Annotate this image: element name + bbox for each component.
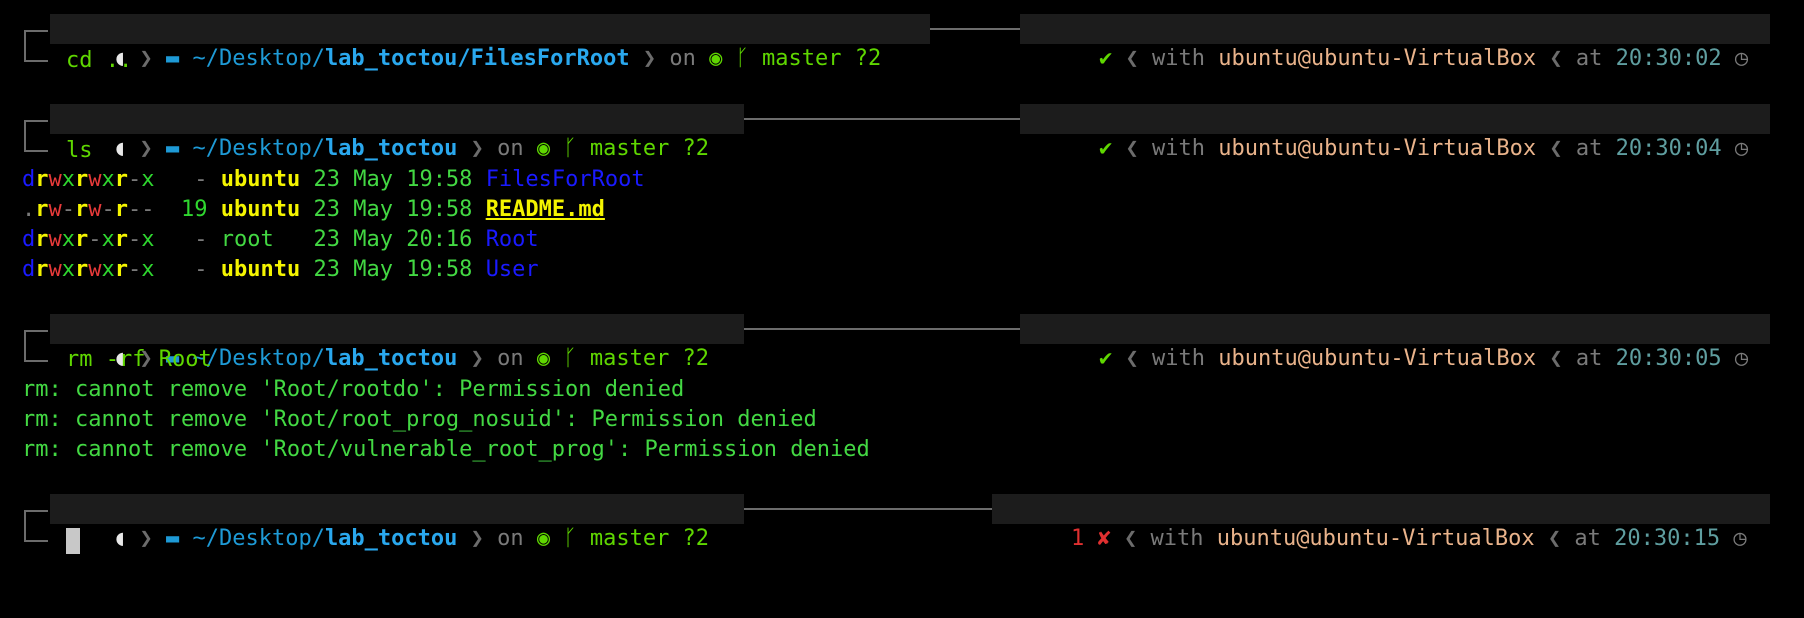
at-label: at (1575, 46, 1603, 71)
folder-icon: ▬ (165, 46, 193, 71)
git-branch: master ?2 (762, 46, 882, 71)
clock-icon: ◷ (1734, 346, 1749, 371)
file-name: FilesForRoot (485, 167, 645, 192)
git-branch: master ?2 (589, 526, 710, 551)
on-label: on (497, 346, 524, 371)
list-item: drwxrwxr-x - ubuntu 23 May 19:58 User (22, 257, 539, 282)
file-name: User (485, 257, 539, 282)
user-host: ubuntu@ubuntu-VirtualBox (1218, 136, 1537, 161)
prompt-corner (24, 330, 48, 362)
check-icon: ✔ (1098, 136, 1113, 161)
list-item: .rw-rw-r-- 19 ubuntu 23 May 19:58 README… (22, 197, 605, 222)
with-label: with (1151, 346, 1205, 371)
github-icon: ◉ (536, 346, 551, 371)
file-name: README.md (485, 197, 605, 222)
github-icon: ◉ (709, 46, 723, 71)
git-branch: master ?2 (589, 136, 710, 161)
user-host: ubuntu@ubuntu-VirtualBox (1218, 346, 1537, 371)
check-icon: ✔ (1098, 346, 1113, 371)
git-branch-icon: ᚴ (735, 46, 749, 71)
prompt-time: 20:30:02 (1615, 46, 1722, 71)
path-current: lab_toctou (324, 526, 458, 551)
apple-icon: ◖ (112, 136, 127, 161)
github-icon: ◉ (536, 136, 551, 161)
at-label: at (1574, 526, 1601, 551)
list-item: drwxrwxr-x - ubuntu 23 May 19:58 FilesFo… (22, 167, 645, 192)
user-host: ubuntu@ubuntu-VirtualBox (1218, 46, 1537, 71)
prompt-filler (744, 328, 1020, 330)
apple-icon: ◖ (112, 526, 127, 551)
clock-icon: ◷ (1733, 526, 1747, 551)
at-label: at (1575, 136, 1603, 161)
git-branch: master ?2 (589, 346, 710, 371)
git-branch-icon: ᚴ (563, 136, 577, 161)
terminal-cursor[interactable] (66, 528, 80, 554)
folder-icon: ▬ (165, 136, 193, 161)
prompt-corner (24, 120, 48, 152)
error-line: rm: cannot remove 'Root/root_prog_nosuid… (22, 407, 817, 432)
list-item: drwxr-xr-x - root 23 May 20:16 Root (22, 227, 539, 252)
github-icon: ◉ (536, 526, 551, 551)
error-line: rm: cannot remove 'Root/vulnerable_root_… (22, 437, 870, 462)
clock-icon: ◷ (1734, 46, 1749, 71)
with-label: with (1151, 136, 1205, 161)
on-label: on (669, 46, 696, 71)
prompt-time: 20:30:15 (1614, 526, 1721, 551)
prompt-filler (744, 118, 1020, 120)
with-label: with (1150, 526, 1204, 551)
path-prefix: ~/Desktop/ (192, 46, 325, 71)
command-text: cd .. (66, 48, 133, 73)
prompt-filler (744, 508, 992, 510)
with-label: with (1151, 46, 1205, 71)
clock-icon: ◷ (1734, 136, 1749, 161)
command-text: ls (66, 138, 93, 163)
command-text: rm -rf Root (66, 347, 212, 372)
prompt-time: 20:30:05 (1615, 346, 1722, 371)
user-host: ubuntu@ubuntu-VirtualBox (1216, 526, 1535, 551)
git-branch-icon: ᚴ (563, 346, 577, 371)
path-prefix: ~/Desktop/ (192, 526, 325, 551)
path-prefix: ~/Desktop/ (192, 346, 325, 371)
prompt-filler (930, 28, 1020, 30)
prompt-corner (24, 30, 48, 62)
on-label: on (497, 526, 524, 551)
file-name: Root (485, 227, 539, 252)
git-branch-icon: ᚴ (563, 526, 577, 551)
path-current: lab_toctou (324, 136, 458, 161)
check-icon: ✔ (1098, 46, 1113, 71)
folder-icon: ▬ (165, 526, 193, 551)
path-current: lab_toctou (324, 346, 458, 371)
prompt-corner (24, 510, 48, 542)
prompt-time: 20:30:04 (1615, 136, 1722, 161)
at-label: at (1575, 346, 1603, 371)
path-current: lab_toctou/FilesForRoot (324, 46, 630, 71)
cross-icon: 1 ✘ (1070, 526, 1111, 551)
path-prefix: ~/Desktop/ (192, 136, 325, 161)
error-line: rm: cannot remove 'Root/rootdo': Permiss… (22, 377, 685, 402)
on-label: on (497, 136, 524, 161)
